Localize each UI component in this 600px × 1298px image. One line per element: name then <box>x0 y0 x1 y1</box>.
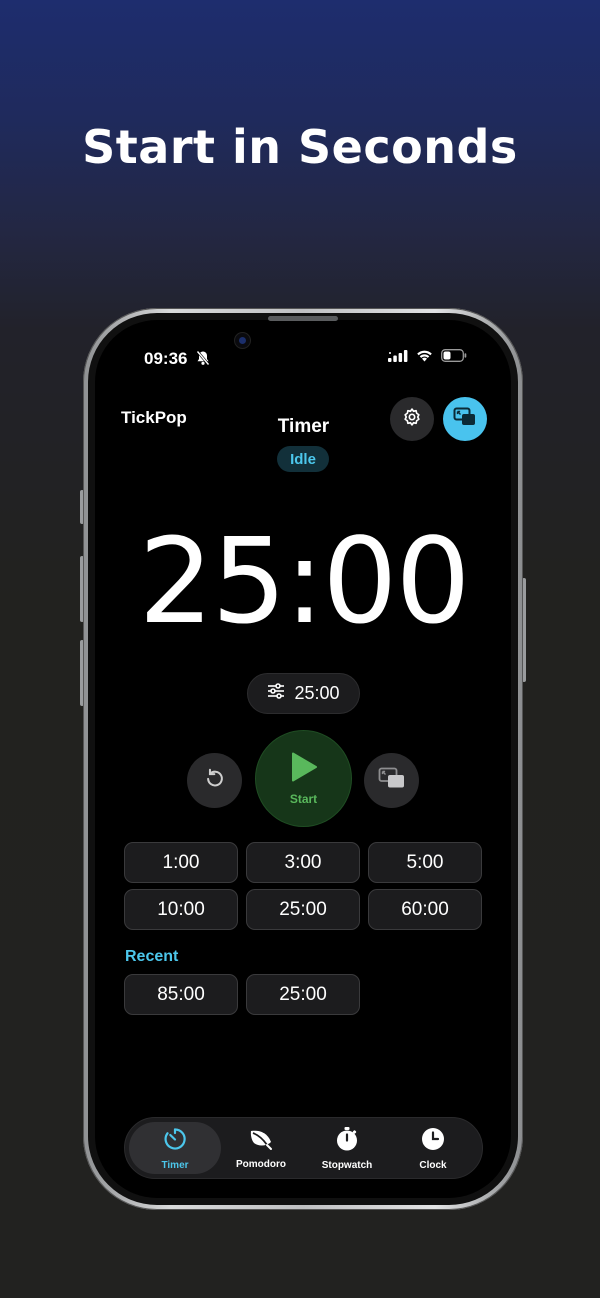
tab-label: Clock <box>419 1159 447 1171</box>
stopwatch-icon <box>334 1126 360 1157</box>
reset-icon <box>204 767 226 794</box>
duration-value: 25:00 <box>294 683 340 703</box>
screen-title: Timer <box>277 416 330 437</box>
recent-timer-button[interactable]: 25:00 <box>246 974 360 1015</box>
pip-icon <box>453 407 477 432</box>
preset-button[interactable]: 1:00 <box>124 842 238 883</box>
start-label: Start <box>289 792 318 806</box>
clock-icon <box>420 1126 446 1157</box>
tab-stopwatch[interactable]: Stopwatch <box>302 1122 392 1174</box>
status-badge: Idle <box>277 446 329 472</box>
preset-button[interactable]: 25:00 <box>246 889 360 930</box>
front-camera <box>235 333 250 348</box>
preset-button[interactable]: 3:00 <box>246 842 360 883</box>
status-time: 09:36 <box>144 349 188 368</box>
start-button[interactable]: Start <box>256 731 351 826</box>
timer-icon <box>162 1126 188 1157</box>
earpiece-speaker <box>268 316 338 321</box>
signal-icon <box>388 349 408 367</box>
preset-button[interactable]: 60:00 <box>368 889 482 930</box>
tab-pomodoro[interactable]: Pomodoro <box>216 1122 306 1174</box>
battery-icon <box>441 349 467 367</box>
tab-clock[interactable]: Clock <box>388 1122 478 1174</box>
tab-bar: Timer Pomodoro Stopwatch Clock <box>124 1117 483 1179</box>
tab-timer[interactable]: Timer <box>129 1122 221 1174</box>
promo-headline: Start in Seconds <box>82 120 518 174</box>
bell-slash-icon <box>196 350 210 371</box>
picture-in-picture-button[interactable] <box>443 397 487 441</box>
tab-label: Pomodoro <box>236 1158 286 1170</box>
sliders-icon <box>267 683 285 704</box>
tab-label: Stopwatch <box>321 1159 373 1171</box>
pip-icon <box>378 767 406 794</box>
app-name: TickPop <box>121 408 187 427</box>
reset-button[interactable] <box>187 753 242 808</box>
preset-button[interactable]: 10:00 <box>124 889 238 930</box>
preset-button[interactable]: 5:00 <box>368 842 482 883</box>
recent-timer-button[interactable]: 85:00 <box>124 974 238 1015</box>
tab-label: Timer <box>161 1159 189 1171</box>
duration-picker-button[interactable]: 25:00 <box>247 673 360 714</box>
timer-display: 25:00 <box>138 512 470 650</box>
recent-heading: Recent <box>125 948 179 965</box>
wifi-icon <box>416 349 433 367</box>
play-icon <box>289 751 319 788</box>
gear-icon <box>402 407 422 432</box>
settings-button[interactable] <box>390 397 434 441</box>
floating-window-button[interactable] <box>364 753 419 808</box>
leaf-icon <box>248 1127 274 1156</box>
